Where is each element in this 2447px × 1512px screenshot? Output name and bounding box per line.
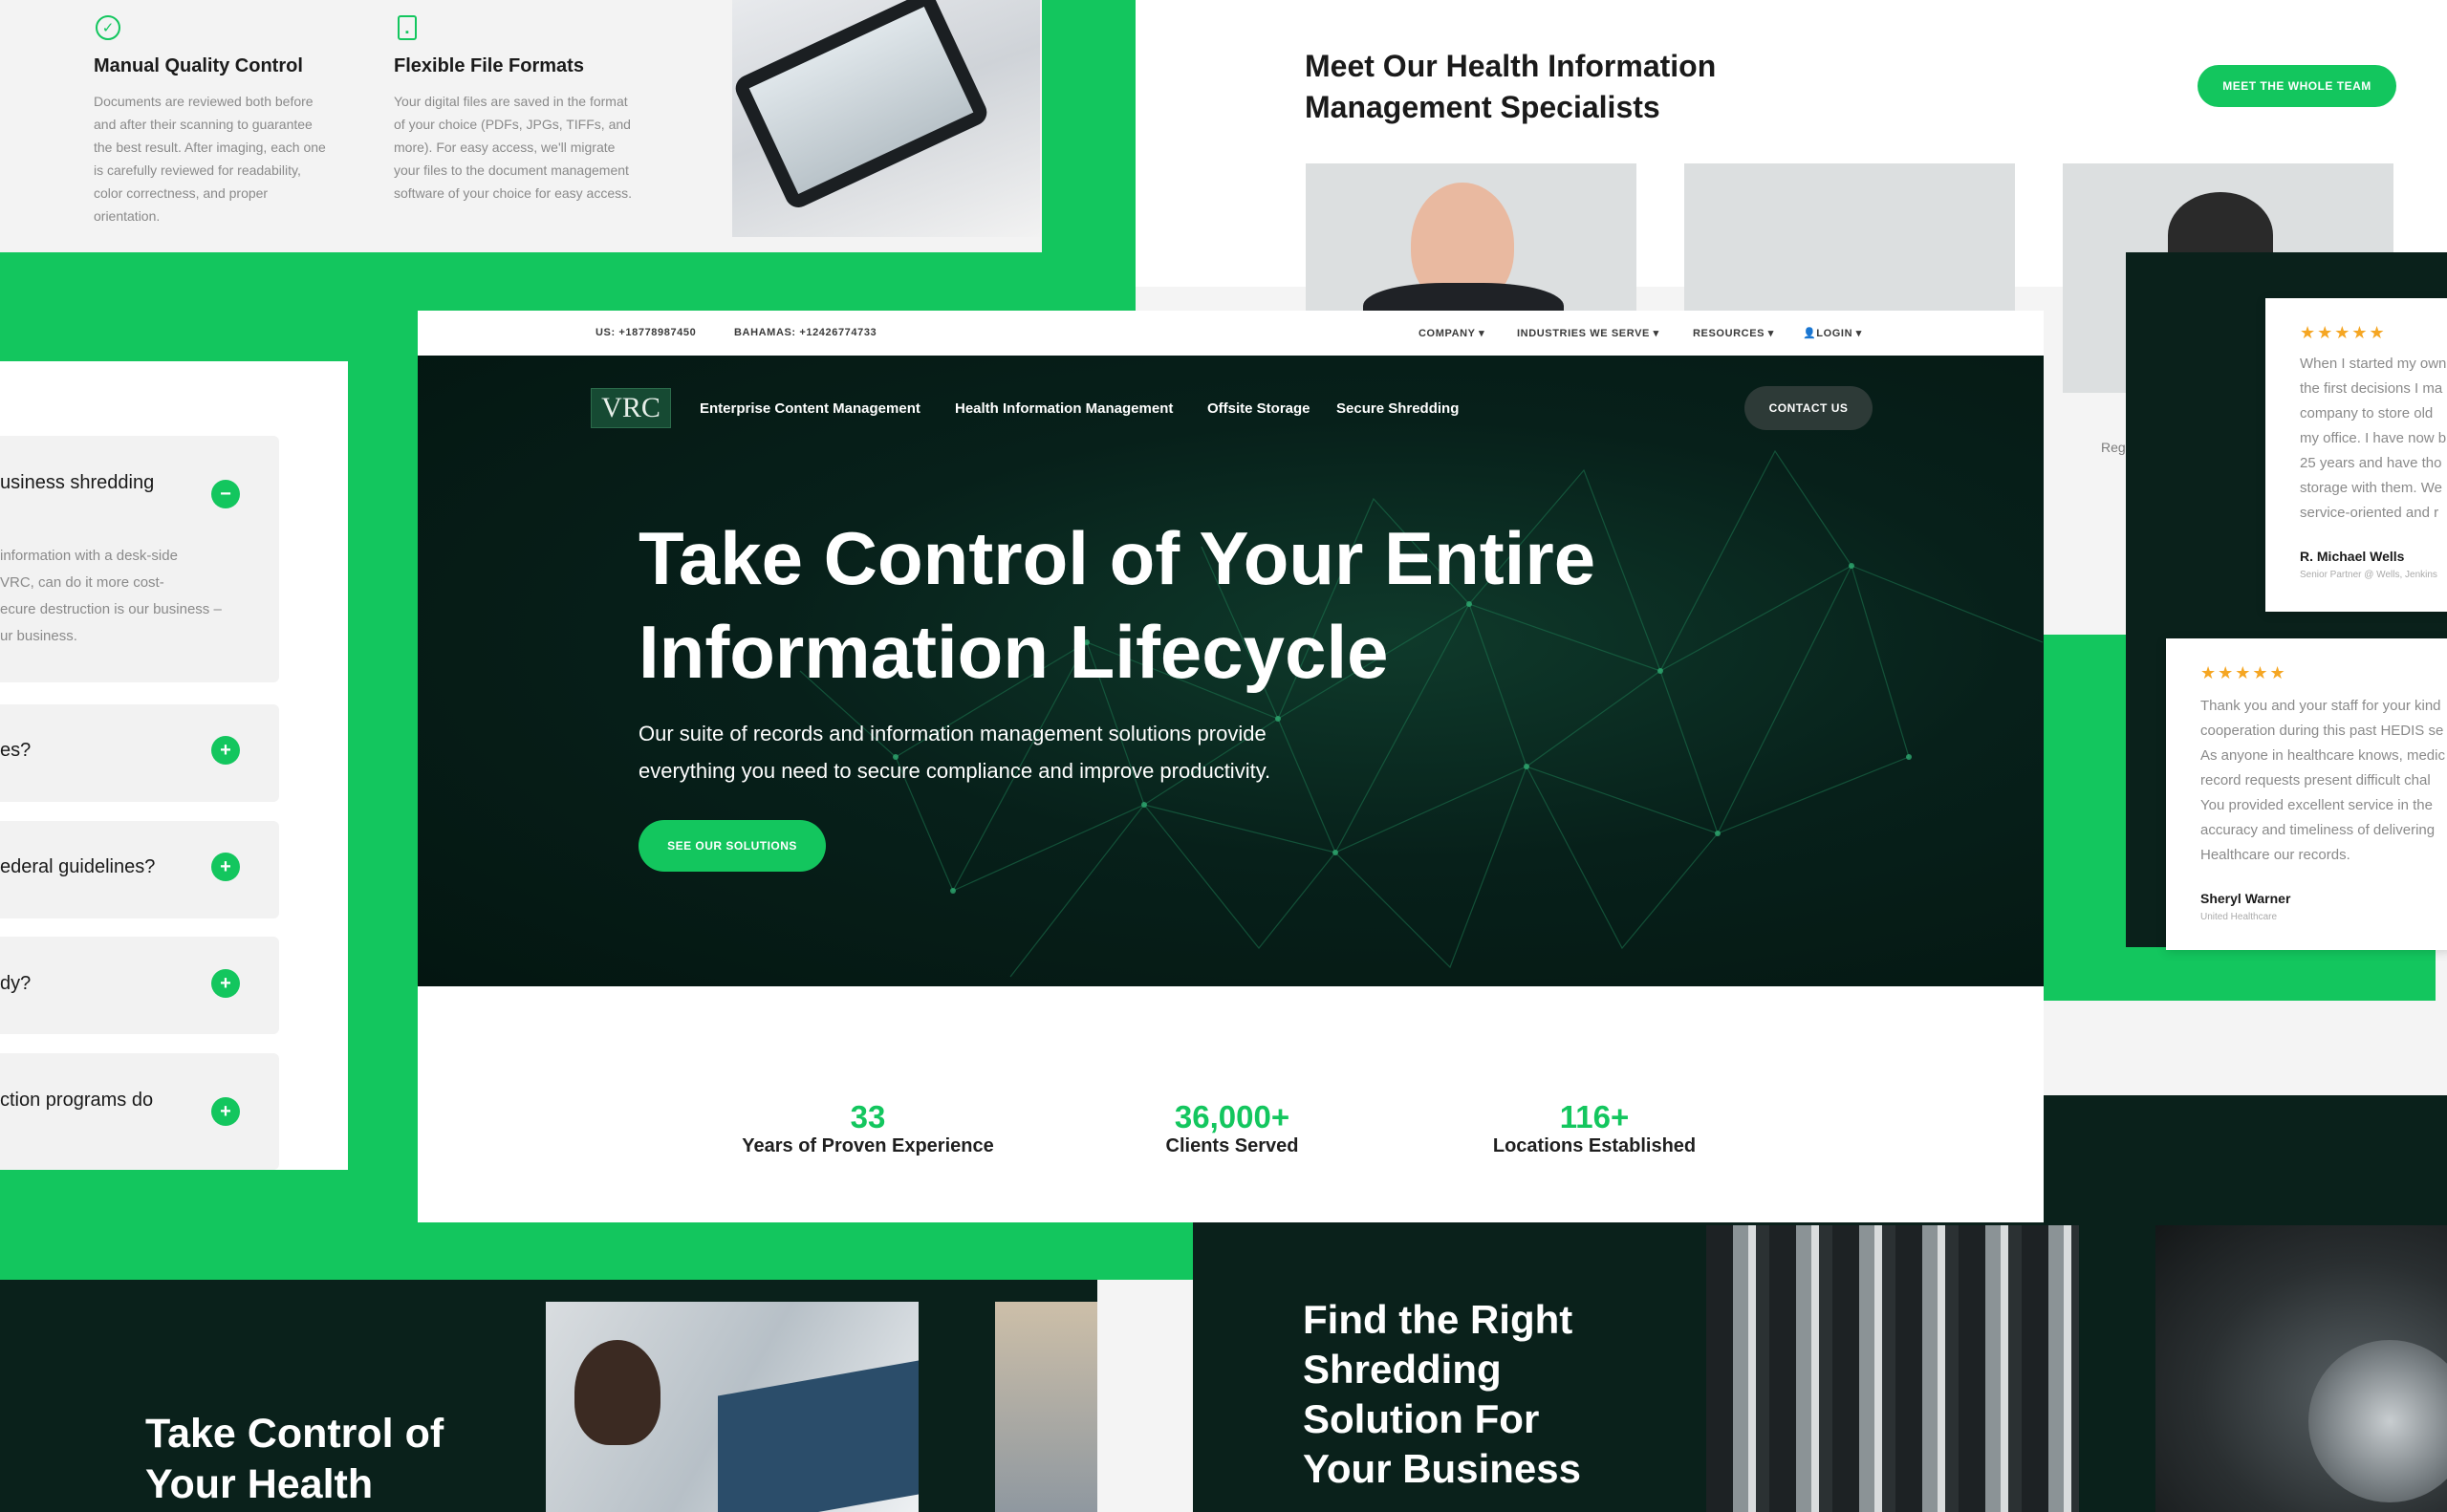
phone-bahamas[interactable]: BAHAMAS: +12426774733 xyxy=(734,327,877,338)
review-line: storage with them. We xyxy=(2300,480,2442,496)
expand-button[interactable]: + xyxy=(211,969,240,998)
shredding-title-line: Your Business xyxy=(1303,1446,1581,1491)
rating-stars: ★★★★★ xyxy=(2300,323,2387,342)
faq-question[interactable]: ederal guidelines? xyxy=(0,856,155,878)
stat-number: 33 xyxy=(850,1099,886,1134)
menu-company[interactable]: COMPANY ▾ xyxy=(1418,327,1484,339)
tablet-chart-photo xyxy=(732,0,1040,237)
stat-clients: 36,000+ Clients Served xyxy=(1081,1099,1383,1157)
stat-number: 36,000+ xyxy=(1174,1099,1290,1134)
menu-label: RESOURCES xyxy=(1693,328,1765,339)
feature-title: Flexible File Formats xyxy=(394,55,584,76)
review-line: When I started my own xyxy=(2300,356,2447,372)
shredding-title: Find the Right Shredding Solution For Yo… xyxy=(1303,1295,1581,1494)
meet-team-button[interactable]: MEET THE WHOLE TEAM xyxy=(2198,65,2396,107)
nav-enterprise-content[interactable]: Enterprise Content Management xyxy=(700,400,920,417)
faq-question[interactable]: ction programs do xyxy=(0,1090,153,1112)
review-line: 25 years and have tho xyxy=(2300,455,2442,471)
review-line: As anyone in healthcare knows, medic xyxy=(2200,747,2445,764)
review-line: cooperation during this past HEDIS se xyxy=(2200,723,2444,739)
hero-subtitle: Our suite of records and information man… xyxy=(639,715,1365,789)
bottom-left-title-line: Take Control of xyxy=(145,1411,444,1457)
stat-label: Years of Proven Experience xyxy=(742,1135,994,1156)
dark-panel-right xyxy=(2044,1095,2447,1222)
review-line: You provided excellent service in the xyxy=(2200,797,2433,813)
team-title-line: Meet Our Health Information xyxy=(1305,49,1717,83)
menu-login[interactable]: 👤LOGIN ▾ xyxy=(1803,327,1862,339)
stat-years: 33 Years of Proven Experience xyxy=(717,1099,1019,1157)
shredding-title-line: Shredding xyxy=(1303,1347,1502,1392)
expand-button[interactable]: + xyxy=(211,853,240,881)
faq-answer-line: VRC, can do it more cost- xyxy=(0,574,164,591)
team-member-photo[interactable] xyxy=(1684,163,2015,312)
faq-question[interactable]: es? xyxy=(0,740,31,762)
stat-label: Locations Established xyxy=(1492,1135,1697,1156)
team-title-line: Management Specialists xyxy=(1305,90,1660,124)
vrc-logo[interactable]: VRC xyxy=(591,388,671,428)
woman-documents-photo xyxy=(546,1302,919,1512)
contact-us-button[interactable]: CONTACT US xyxy=(1744,386,1873,430)
review-line: the first decisions I ma xyxy=(2300,380,2443,397)
feature-body: Documents are reviewed both before and a… xyxy=(94,94,326,224)
hero-subtitle-line: everything you need to secure compliance… xyxy=(639,759,1271,783)
shredding-title-line: Find the Right xyxy=(1303,1297,1573,1342)
hard-drive-photo xyxy=(2155,1225,2447,1512)
stat-label: Clients Served xyxy=(1165,1135,1299,1156)
see-solutions-button[interactable]: SEE OUR SOLUTIONS xyxy=(639,820,826,872)
menu-label: COMPANY xyxy=(1418,328,1476,339)
reviewer-role: Senior Partner @ Wells, Jenkins xyxy=(2300,570,2437,580)
menu-resources[interactable]: RESOURCES ▾ xyxy=(1693,327,1774,339)
review-line: Thank you and your staff for your kind xyxy=(2200,698,2441,714)
menu-label: LOGIN xyxy=(1816,328,1853,339)
review-line: service-oriented and r xyxy=(2300,505,2439,521)
feature-title: Manual Quality Control xyxy=(94,55,303,76)
phone-us[interactable]: US: +18778987450 xyxy=(596,327,696,338)
faq-answer: information with a desk-side VRC, can do… xyxy=(0,543,222,650)
nav-offsite-storage[interactable]: Offsite Storage xyxy=(1207,400,1310,417)
faq-answer-line: information with a desk-side xyxy=(0,548,178,564)
review-line: record requests present difficult chal xyxy=(2200,772,2431,788)
faq-answer-line: ecure destruction is our business – xyxy=(0,601,222,617)
hero-title-line: Take Control of Your Entire xyxy=(639,516,1596,600)
feature-body: Your digital files are saved in the form… xyxy=(394,94,632,201)
bottom-left-title-line: Your Health xyxy=(145,1461,374,1507)
nav-secure-shredding[interactable]: Secure Shredding xyxy=(1336,400,1459,417)
menu-label: INDUSTRIES WE SERVE xyxy=(1517,328,1650,339)
reviewer-name: R. Michael Wells xyxy=(2300,549,2405,564)
stat-locations: 116+ Locations Established xyxy=(1443,1099,1745,1157)
hero-title: Take Control of Your Entire Information … xyxy=(639,511,1690,699)
expand-button[interactable]: + xyxy=(211,1097,240,1126)
check-circle-icon: ✓ xyxy=(96,15,120,40)
shredding-title-line: Solution For xyxy=(1303,1396,1540,1441)
review-line: company to store old xyxy=(2300,405,2434,421)
hero-subtitle-line: Our suite of records and information man… xyxy=(639,722,1267,745)
menu-industries[interactable]: INDUSTRIES WE SERVE ▾ xyxy=(1517,327,1659,339)
laptop-photo xyxy=(995,1302,1097,1512)
faq-answer-line: ur business. xyxy=(0,628,77,644)
faq-question[interactable]: usiness shredding xyxy=(0,472,154,494)
review-line: accuracy and timeliness of delivering xyxy=(2200,822,2436,838)
team-title: Meet Our Health Information Management S… xyxy=(1305,46,1716,128)
bottom-left-title: Take Control of Your Health xyxy=(145,1409,444,1510)
rating-stars: ★★★★★ xyxy=(2200,663,2287,682)
nav-health-information[interactable]: Health Information Management xyxy=(955,400,1173,417)
reviewer-name: Sheryl Warner xyxy=(2200,891,2291,906)
team-member-label: Reg xyxy=(2101,440,2126,455)
review-text: Thank you and your staff for your kind c… xyxy=(2200,694,2447,868)
expand-button[interactable]: + xyxy=(211,736,240,765)
review-line: Healthcare our records. xyxy=(2200,847,2350,863)
hero-title-line: Information Lifecycle xyxy=(639,610,1389,694)
review-line: my office. I have now b xyxy=(2300,430,2447,446)
stat-number: 116+ xyxy=(1559,1099,1630,1134)
review-text: When I started my own the first decision… xyxy=(2300,352,2446,526)
team-member-photo[interactable] xyxy=(1306,163,1636,312)
collapse-button[interactable]: − xyxy=(211,480,240,508)
reviewer-role: United Healthcare xyxy=(2200,912,2278,922)
faq-question[interactable]: dy? xyxy=(0,973,31,995)
green-band-bottom xyxy=(0,1222,1193,1280)
shredder-photo xyxy=(1706,1225,2079,1512)
user-icon: 👤 xyxy=(1803,328,1817,339)
file-icon: ▪ xyxy=(398,15,417,40)
